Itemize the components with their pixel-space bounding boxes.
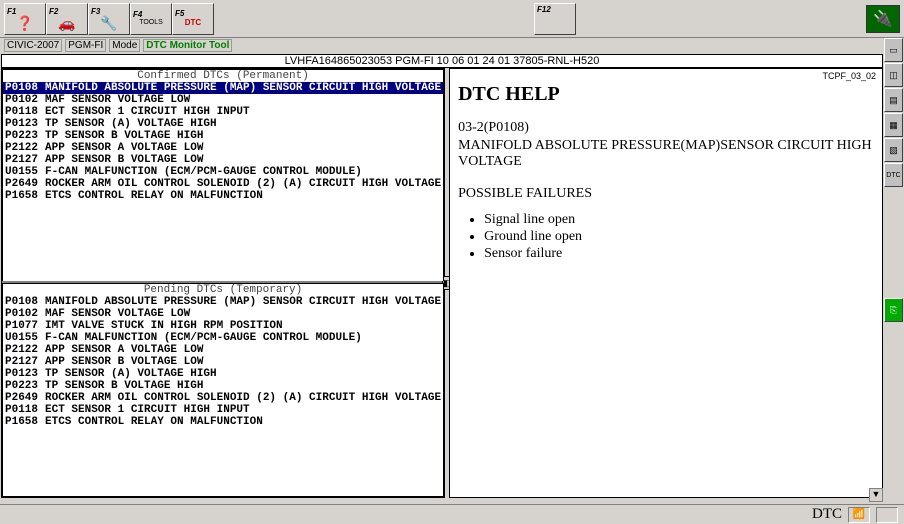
dtc-row[interactable]: P2649ROCKER ARM OIL CONTROL SOLENOID (2)… [3,178,443,190]
confirmed-dtcs-panel: Confirmed DTCs (Permanent) P0108MANIFOLD… [2,69,444,281]
possible-failures-heading: POSSIBLE FAILURES [458,186,874,202]
side-btn-2[interactable]: ◫ [884,63,903,87]
dtc-row[interactable]: U0155F-CAN MALFUNCTION (ECM/PCM-GAUGE CO… [3,166,443,178]
help-description: MANIFOLD ABSOLUTE PRESSURE(MAP)SENSOR CI… [458,138,874,170]
status-signal-icon: 📶 [848,507,870,523]
dtc-row[interactable]: P2127APP SENSOR B VOLTAGE LOW [3,154,443,166]
dtc-row[interactable]: P0223TP SENSOR B VOLTAGE HIGH [3,130,443,142]
f12-button[interactable]: F12 [534,3,576,35]
dtc-row[interactable]: P2122APP SENSOR A VOLTAGE LOW [3,344,443,356]
crumb-system[interactable]: PGM-FI [65,39,106,52]
dtc-row[interactable]: P2127APP SENSOR B VOLTAGE LOW [3,356,443,368]
plug-icon: 🔌 [873,9,893,29]
exit-icon: ⎘ [890,305,897,316]
crumb-tool[interactable]: DTC Monitor Tool [143,39,232,52]
help-title: DTC HELP [458,83,874,106]
failure-item: Ground line open [484,229,874,245]
dtc-row[interactable]: P2649ROCKER ARM OIL CONTROL SOLENOID (2)… [3,392,443,404]
crumb-mode[interactable]: Mode [109,39,140,52]
confirmed-header: Confirmed DTCs (Permanent) [3,70,443,82]
status-mode-label: DTC [812,506,842,523]
breadcrumb: CIVIC-2007 PGM-FI Mode DTC Monitor Tool [0,38,904,53]
right-sidebar: ▭ ◫ ▤ ▦ ▧ DTC ⎘ [884,38,904,187]
side-btn-dtc[interactable]: DTC [884,163,903,187]
dtc-row[interactable]: U0155F-CAN MALFUNCTION (ECM/PCM-GAUGE CO… [3,332,443,344]
pending-dtcs-panel: Pending DTCs (Temporary) P0108MANIFOLD A… [2,283,444,497]
top-toolbar: F1❓ F2🚗 F3🔧 F4TOOLS F5DTC F12 🔌 [0,0,904,38]
f4-tools-button[interactable]: F4TOOLS [130,3,172,35]
side-btn-3[interactable]: ▤ [884,88,903,112]
help-ref-id: TCPF_03_02 [822,71,876,81]
crumb-vehicle[interactable]: CIVIC-2007 [4,39,62,52]
dtc-lists-column: Confirmed DTCs (Permanent) P0108MANIFOLD… [1,68,445,498]
vehicle-info-bar: LVHFA164865023053 PGM-FI 10 06 01 24 01 … [1,54,883,68]
f5-dtc-button[interactable]: F5DTC [172,3,214,35]
side-btn-5[interactable]: ▧ [884,138,903,162]
pending-header: Pending DTCs (Temporary) [3,284,443,296]
dtc-row[interactable]: P0118ECT SENSOR 1 CIRCUIT HIGH INPUT [3,106,443,118]
possible-failures-list: Signal line openGround line openSensor f… [484,212,874,262]
help-icon: ❓ [16,16,33,30]
dtc-row[interactable]: P0108MANIFOLD ABSOLUTE PRESSURE (MAP) SE… [3,296,443,308]
dtc-row[interactable]: P0118ECT SENSOR 1 CIRCUIT HIGH INPUT [3,404,443,416]
dtc-row[interactable]: P0108MANIFOLD ABSOLUTE PRESSURE (MAP) SE… [3,82,443,94]
side-btn-exit[interactable]: ⎘ [884,298,903,322]
wrench-icon: 🔧 [100,16,117,30]
f3-tool-button[interactable]: F3🔧 [88,3,130,35]
dtc-row[interactable]: P1658ETCS CONTROL RELAY ON MALFUNCTION [3,190,443,202]
dtc-help-pane: TCPF_03_02 DTC HELP 03-2(P0108) MANIFOLD… [449,68,883,498]
dtc-row[interactable]: P1077IMT VALVE STUCK IN HIGH RPM POSITIO… [3,320,443,332]
help-subcode: 03-2(P0108) [458,120,874,136]
dtc-row[interactable]: P0102MAF SENSOR VOLTAGE LOW [3,94,443,106]
scroll-down-button[interactable]: ▼ [869,488,883,502]
failure-item: Sensor failure [484,246,874,262]
dtc-row[interactable]: P0123TP SENSOR (A) VOLTAGE HIGH [3,118,443,130]
status-bar: DTC 📶 [0,504,904,524]
dtc-row[interactable]: P0223TP SENSOR B VOLTAGE HIGH [3,380,443,392]
side-btn-4[interactable]: ▦ [884,113,903,137]
dtc-row[interactable]: P0102MAF SENSOR VOLTAGE LOW [3,308,443,320]
main-area: Confirmed DTCs (Permanent) P0108MANIFOLD… [1,68,883,498]
failure-item: Signal line open [484,212,874,228]
side-btn-1[interactable]: ▭ [884,38,903,62]
status-cell-2 [876,507,898,523]
dtc-row[interactable]: P2122APP SENSOR A VOLTAGE LOW [3,142,443,154]
connector-status-button[interactable]: 🔌 [866,5,900,33]
f1-help-button[interactable]: F1❓ [4,3,46,35]
dtc-row[interactable]: P0123TP SENSOR (A) VOLTAGE HIGH [3,368,443,380]
dtc-row[interactable]: P1658ETCS CONTROL RELAY ON MALFUNCTION [3,416,443,428]
car-icon: 🚗 [58,16,75,30]
f2-vehicle-button[interactable]: F2🚗 [46,3,88,35]
